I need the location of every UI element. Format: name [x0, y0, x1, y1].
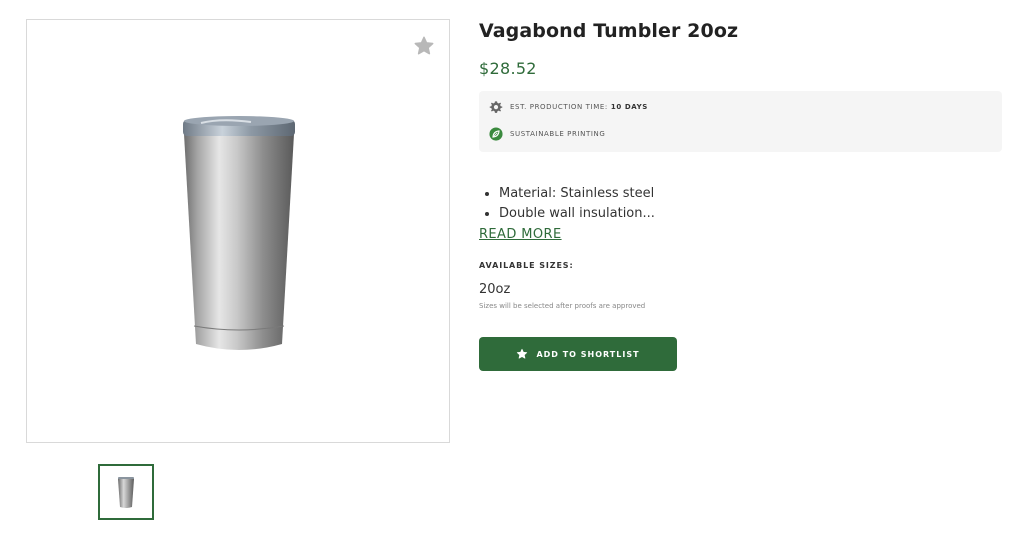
- sustainable-printing-label: SUSTAINABLE PRINTING: [510, 130, 606, 138]
- product-price: $28.52: [479, 59, 537, 78]
- add-to-shortlist-button[interactable]: ADD TO SHORTLIST: [479, 337, 677, 371]
- tumbler-thumbnail-image: [118, 477, 134, 508]
- list-item: Material: Stainless steel: [499, 184, 655, 204]
- production-time-row: EST. PRODUCTION TIME: 10 DAYS: [489, 100, 648, 114]
- size-value: 20oz: [479, 282, 511, 297]
- tumbler-image: [183, 116, 295, 350]
- production-time-label: EST. PRODUCTION TIME:: [510, 103, 608, 111]
- list-item: Double wall insulation...: [499, 204, 655, 224]
- product-main-image: [26, 19, 450, 443]
- description-list: Material: Stainless steel Double wall in…: [479, 184, 655, 224]
- sustainable-printing-row: SUSTAINABLE PRINTING: [489, 127, 605, 141]
- gear-icon: [489, 101, 503, 113]
- thumbnail-tumbler[interactable]: [98, 464, 154, 520]
- read-more-link[interactable]: READ MORE: [479, 227, 562, 242]
- leaf-icon: [489, 127, 503, 141]
- star-icon[interactable]: [413, 35, 435, 57]
- add-to-shortlist-label: ADD TO SHORTLIST: [536, 349, 640, 359]
- production-time-value: 10 DAYS: [610, 103, 648, 111]
- available-sizes-label: AVAILABLE SIZES:: [479, 261, 574, 270]
- star-icon: [517, 348, 528, 359]
- product-page: Vagabond Tumbler 20oz $28.52 EST. PRODUC…: [0, 0, 1024, 536]
- sizes-note: Sizes will be selected after proofs are …: [479, 302, 646, 310]
- product-title: Vagabond Tumbler 20oz: [479, 20, 739, 42]
- production-info-box: EST. PRODUCTION TIME: 10 DAYS SUSTAINABL…: [479, 91, 1002, 152]
